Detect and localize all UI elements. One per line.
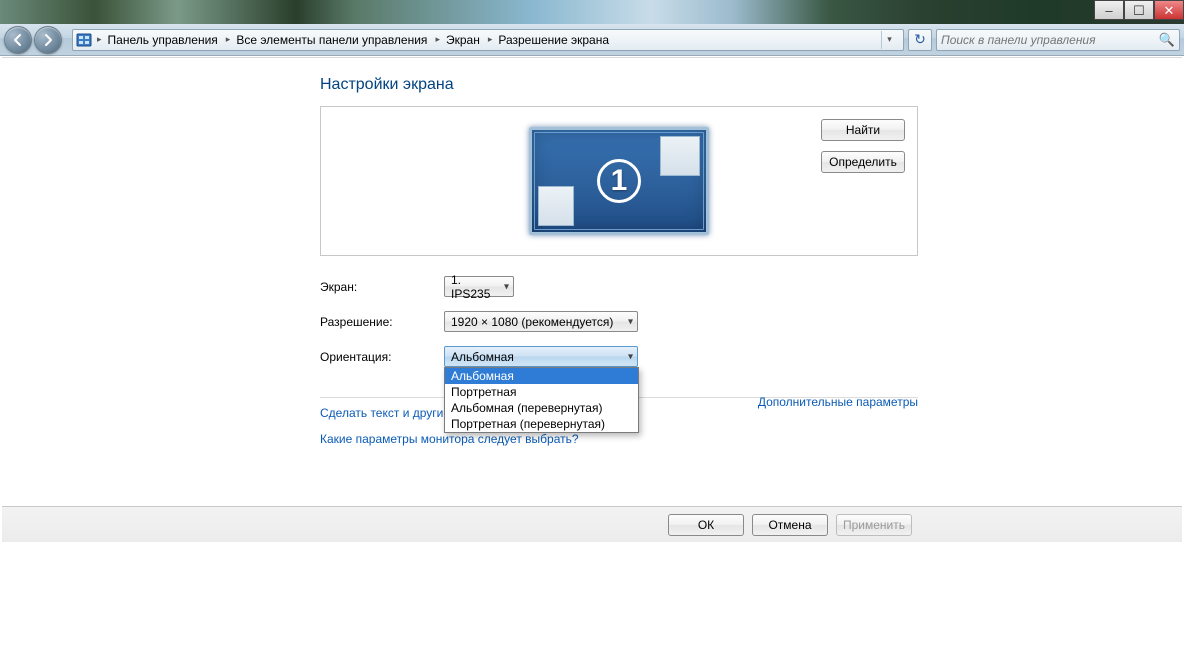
monitor-number-badge: 1 — [597, 159, 641, 203]
which-settings-link[interactable]: Какие параметры монитора следует выбрать… — [320, 432, 579, 446]
arrow-left-icon — [11, 33, 25, 47]
orientation-option[interactable]: Портретная (перевернутая) — [445, 416, 638, 432]
control-panel-icon — [75, 32, 93, 48]
orientation-option[interactable]: Портретная — [445, 384, 638, 400]
refresh-icon: ↻ — [914, 31, 926, 48]
orientation-option[interactable]: Альбомная — [445, 368, 638, 384]
orientation-label: Ориентация: — [320, 350, 444, 364]
links-row-3: Какие параметры монитора следует выбрать… — [320, 432, 918, 446]
maximize-icon: ☐ — [1133, 4, 1145, 17]
content-area: Настройки экрана 1 Найти Определить Экра… — [2, 57, 1182, 664]
resolution-select[interactable]: 1920 × 1080 (рекомендуется) — [444, 311, 638, 332]
search-box: 🔍 — [936, 29, 1180, 51]
breadcrumb-item[interactable]: Разрешение экрана — [494, 30, 615, 50]
close-icon: ✕ — [1164, 4, 1175, 17]
text-size-link[interactable]: Сделать текст и другие — [320, 406, 450, 420]
orientation-select[interactable]: Альбомная — [444, 346, 638, 367]
window-thumbnail-icon — [538, 186, 574, 226]
orientation-dropdown: Альбомная Портретная Альбомная (переверн… — [444, 367, 639, 433]
search-icon: 🔍 — [1159, 32, 1175, 48]
display-label: Экран: — [320, 280, 444, 294]
search-input[interactable] — [941, 33, 1159, 47]
minimize-button[interactable]: – — [1094, 0, 1124, 20]
chevron-right-icon: ▸ — [97, 34, 102, 45]
cancel-button[interactable]: Отмена — [752, 514, 828, 536]
orientation-option[interactable]: Альбомная (перевернутая) — [445, 400, 638, 416]
display-select-value: 1. IPS235 — [451, 273, 495, 301]
minimize-icon: – — [1105, 4, 1112, 17]
resolution-label: Разрешение: — [320, 315, 444, 329]
breadcrumb[interactable]: ▸ Панель управления ▸ Все элементы панел… — [72, 29, 904, 51]
ok-button[interactable]: ОК — [668, 514, 744, 536]
refresh-button[interactable]: ↻ — [908, 29, 932, 51]
close-button[interactable]: ✕ — [1154, 0, 1184, 20]
window-controls: – ☐ ✕ — [1094, 0, 1184, 20]
apply-button: Применить — [836, 514, 912, 536]
resolution-select-value: 1920 × 1080 (рекомендуется) — [451, 315, 613, 329]
monitor-1[interactable]: 1 — [529, 127, 709, 235]
breadcrumb-item[interactable]: Панель управления — [104, 30, 224, 50]
monitor-arrangement-panel: 1 Найти Определить — [320, 106, 918, 256]
detect-button[interactable]: Найти — [821, 119, 905, 141]
chevron-right-icon: ▸ — [226, 34, 231, 45]
chevron-right-icon: ▸ — [435, 34, 440, 45]
forward-button[interactable] — [34, 26, 62, 54]
desktop-peek-strip: – ☐ ✕ — [0, 0, 1184, 24]
breadcrumb-history-dropdown[interactable]: ▾ — [881, 31, 897, 49]
display-select[interactable]: 1. IPS235 — [444, 276, 514, 297]
identify-button[interactable]: Определить — [821, 151, 905, 173]
navigation-toolbar: ▸ Панель управления ▸ Все элементы панел… — [0, 24, 1184, 56]
chevron-right-icon: ▸ — [488, 34, 493, 45]
page-title: Настройки экрана — [320, 76, 1182, 94]
breadcrumb-item[interactable]: Все элементы панели управления — [232, 30, 433, 50]
orientation-select-value: Альбомная — [451, 350, 514, 364]
display-settings-form: Экран: 1. IPS235 Разрешение: 1920 × 1080… — [320, 276, 918, 367]
arrow-right-icon — [41, 33, 55, 47]
maximize-button[interactable]: ☐ — [1124, 0, 1154, 20]
window-thumbnail-icon — [660, 136, 700, 176]
dialog-footer: ОК Отмена Применить — [2, 506, 1182, 542]
back-button[interactable] — [4, 26, 32, 54]
breadcrumb-item[interactable]: Экран — [442, 30, 486, 50]
